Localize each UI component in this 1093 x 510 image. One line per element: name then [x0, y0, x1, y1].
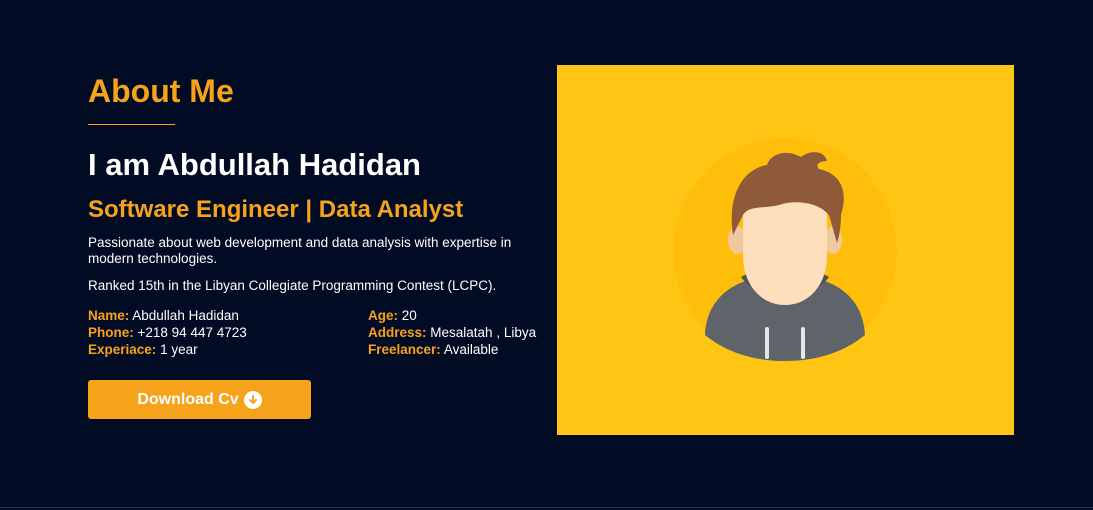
- name-label: Name:: [88, 308, 130, 323]
- phone-label: Phone:: [88, 325, 134, 340]
- name-heading: I am Abdullah Hadidan: [88, 147, 421, 182]
- arrow-down-circle-icon: [243, 390, 262, 409]
- info-freelancer: Freelancer: Available: [368, 342, 568, 358]
- achievement-text: Ranked 15th in the Libyan Collegiate Pro…: [88, 278, 497, 293]
- info-name: Name: Abdullah Hadidan: [88, 308, 368, 324]
- download-cv-button[interactable]: Download Cv: [88, 380, 311, 419]
- freelancer-label: Freelancer:: [368, 342, 441, 357]
- address-label: Address:: [368, 325, 427, 340]
- address-value: Mesalatah , Libya: [430, 325, 537, 340]
- download-cv-label: Download Cv: [137, 390, 239, 408]
- name-value: Abdullah Hadidan: [132, 308, 239, 323]
- personal-info: Name: Abdullah Hadidan Age: 20 Phone: +2…: [88, 308, 558, 358]
- role-subtitle: Software Engineer | Data Analyst: [88, 196, 464, 223]
- bottom-divider: [0, 507, 1093, 508]
- age-label: Age:: [368, 308, 398, 323]
- phone-value: +218 94 447 4723: [137, 325, 247, 340]
- info-age: Age: 20: [368, 308, 568, 324]
- section-title: About Me: [88, 73, 234, 109]
- age-value: 20: [401, 308, 417, 323]
- profile-avatar: [557, 65, 1014, 435]
- info-experience: Experiace: 1 year: [88, 342, 368, 358]
- info-address: Address: Mesalatah , Libya: [368, 325, 568, 341]
- freelancer-value: Available: [443, 342, 499, 357]
- about-section: About Me I am Abdullah Hadidan Software …: [88, 70, 558, 419]
- info-phone: Phone: +218 94 447 4723: [88, 325, 368, 341]
- description-text: Passionate about web development and dat…: [88, 235, 512, 266]
- avatar-illustration: [673, 138, 897, 362]
- experience-label: Experiace:: [88, 342, 157, 357]
- title-underline: [88, 124, 175, 125]
- experience-value: 1 year: [160, 342, 198, 357]
